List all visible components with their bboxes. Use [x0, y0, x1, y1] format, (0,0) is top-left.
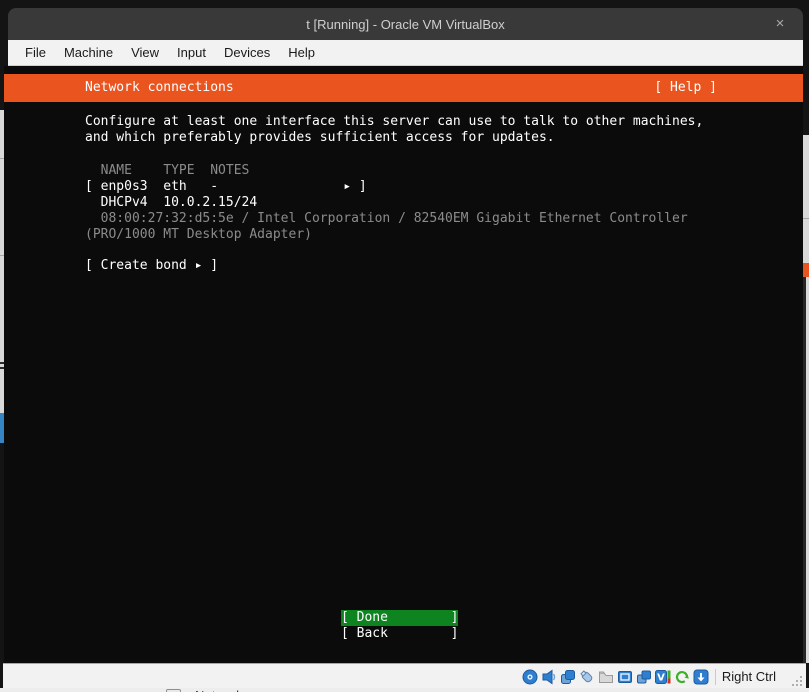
- host-desktop-right-edge: [803, 135, 809, 663]
- nic-table-header: NAME TYPE NOTES: [85, 163, 249, 179]
- statusbar-separator: [715, 669, 716, 685]
- menu-devices[interactable]: Devices: [215, 40, 279, 65]
- recording-icon[interactable]: [636, 669, 652, 685]
- features-icon[interactable]: V: [655, 669, 671, 685]
- host-window-shadow: [803, 277, 806, 663]
- menu-file[interactable]: File: [16, 40, 55, 65]
- mouse-integration-icon[interactable]: [674, 669, 690, 685]
- display-icon[interactable]: [617, 669, 633, 685]
- intro-text-line1: Configure at least one interface this se…: [85, 114, 703, 130]
- page-title: Network connections: [85, 74, 234, 102]
- menu-machine[interactable]: Machine: [55, 40, 122, 65]
- svg-text:V: V: [657, 672, 665, 683]
- menu-input[interactable]: Input: [168, 40, 215, 65]
- menu-help[interactable]: Help: [279, 40, 324, 65]
- resize-grip[interactable]: [791, 674, 803, 686]
- usb-icon[interactable]: [579, 669, 595, 685]
- host-key-label: Right Ctrl: [722, 669, 776, 684]
- nic-row-dhcp: DHCPv4 10.0.2.15/24: [85, 195, 257, 211]
- nic-row-mac-wrap: (PRO/1000 MT Desktop Adapter): [85, 227, 312, 243]
- host-window-edge-line: [803, 218, 809, 219]
- close-icon[interactable]: ×: [771, 15, 789, 33]
- statusbar: V Right Ctrl: [3, 663, 806, 689]
- done-button[interactable]: [ Done ]: [341, 610, 458, 626]
- menu-view[interactable]: View: [122, 40, 168, 65]
- network-icon[interactable]: [560, 669, 576, 685]
- nic-row-mac: 08:00:27:32:d5:5e / Intel Corporation / …: [85, 211, 688, 227]
- host-partial-text: Network: [195, 688, 243, 692]
- nic-row-enp0s3[interactable]: [ enp0s3 eth - ▸ ]: [85, 179, 367, 195]
- audio-icon[interactable]: [541, 669, 557, 685]
- shared-folders-icon[interactable]: [598, 669, 614, 685]
- host-desktop-bottom-edge: Network: [0, 688, 809, 692]
- menubar: File Machine View Input Devices Help: [8, 40, 803, 66]
- window-titlebar[interactable]: t [Running] - Oracle VM VirtualBox ×: [8, 8, 803, 40]
- help-button[interactable]: [ Help ]: [654, 74, 717, 102]
- create-bond-button[interactable]: [ Create bond ▸ ]: [85, 258, 218, 274]
- host-desktop-right-orange-patch: [803, 263, 809, 277]
- intro-text-line2: and which preferably provides sufficient…: [85, 130, 555, 146]
- window-title: t [Running] - Oracle VM VirtualBox: [306, 17, 504, 32]
- back-button[interactable]: [ Back ]: [341, 626, 458, 642]
- keyboard-capture-icon[interactable]: [693, 669, 709, 685]
- optical-drive-icon[interactable]: [522, 669, 538, 685]
- installer-header-bar: Network connections [ Help ]: [4, 74, 803, 102]
- vm-screen: Network connections [ Help ] Configure a…: [4, 66, 803, 663]
